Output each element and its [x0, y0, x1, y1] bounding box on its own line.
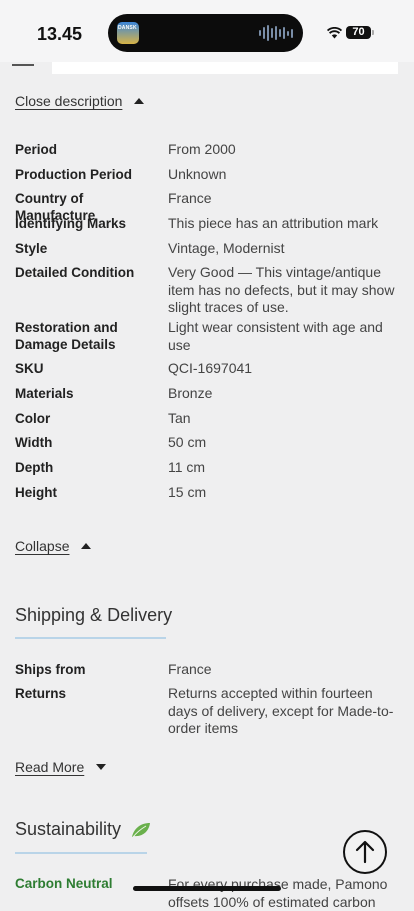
spec-key: Detailed Condition: [15, 265, 135, 280]
collapse-toggle[interactable]: Collapse: [15, 538, 92, 554]
status-bar: 13.45 DANSK 70: [0, 0, 414, 62]
spec-key: Depth: [15, 460, 54, 475]
spec-key: Width: [15, 435, 53, 450]
carbon-neutral-label: Carbon Neutral: [15, 876, 113, 891]
spec-key: Returns: [15, 686, 67, 701]
collapse-link[interactable]: Collapse: [15, 538, 69, 554]
app-icon-text: DANSK: [118, 25, 137, 31]
spec-key: SKU: [15, 361, 44, 376]
spec-value: From 2000: [168, 141, 236, 157]
top-card: [52, 62, 398, 74]
sustainability-title: Sustainability: [15, 819, 151, 840]
shipping-title-text: Shipping & Delivery: [15, 605, 173, 625]
spec-value: Light wear consistent with age and use: [168, 319, 383, 353]
spec-key: Period: [15, 142, 58, 157]
carbon-neutral-text: For every purchase made, Pamono offsets …: [168, 876, 388, 910]
close-description-toggle[interactable]: Close description: [15, 93, 145, 109]
spec-key: Materials: [15, 386, 74, 401]
spec-key: Production Period: [15, 167, 133, 182]
audio-wave-icon: [259, 24, 293, 42]
spec-value: Vintage, Modernist: [168, 240, 285, 256]
spec-value: France: [168, 661, 212, 677]
shipping-title-underline: [15, 637, 166, 639]
read-more-toggle[interactable]: Read More: [15, 759, 107, 775]
status-time: 13.45: [37, 24, 83, 44]
spec-value: Returns accepted within fourteen days of…: [168, 685, 394, 736]
caret-up-icon: [81, 543, 92, 549]
leaf-icon: [132, 822, 151, 837]
close-description-link[interactable]: Close description: [15, 93, 122, 109]
sustainability-title-text: Sustainability: [15, 819, 122, 839]
read-more-link[interactable]: Read More: [15, 759, 84, 775]
spec-value: QCI-1697041: [168, 360, 253, 376]
dynamic-island[interactable]: DANSK: [108, 14, 303, 52]
top-divider: [12, 64, 34, 66]
spec-value: France: [168, 190, 212, 206]
spec-value: 50 cm: [168, 434, 207, 450]
app-icon: DANSK: [117, 22, 139, 44]
battery-icon: 70: [346, 26, 371, 39]
battery-tip: [372, 30, 374, 35]
spec-value: 11 cm: [168, 459, 206, 475]
spec-value: This piece has an attribution mark: [168, 215, 379, 231]
arrow-up-icon: [355, 840, 375, 864]
spec-key: Color: [15, 411, 51, 426]
scroll-to-top-button[interactable]: [343, 830, 387, 874]
spec-value: Very Good — This vintage/antique item ha…: [168, 264, 395, 315]
shipping-title: Shipping & Delivery: [15, 605, 172, 626]
spec-key: Identifying Marks: [15, 216, 127, 231]
spec-key: Height: [15, 485, 57, 500]
wifi-icon: [327, 27, 342, 39]
spec-value: Unknown: [168, 166, 227, 182]
sustainability-title-underline: [15, 852, 147, 854]
spec-value: Tan: [168, 410, 191, 426]
spec-value: 15 cm: [168, 484, 207, 500]
home-indicator[interactable]: [133, 886, 281, 891]
spec-key: Ships from: [15, 662, 86, 677]
spec-value: Bronze: [168, 385, 213, 401]
caret-down-icon: [96, 764, 107, 770]
spec-key: Style: [15, 241, 48, 256]
caret-up-icon: [134, 98, 145, 104]
spec-key: Restoration and Damage Details: [15, 320, 118, 352]
